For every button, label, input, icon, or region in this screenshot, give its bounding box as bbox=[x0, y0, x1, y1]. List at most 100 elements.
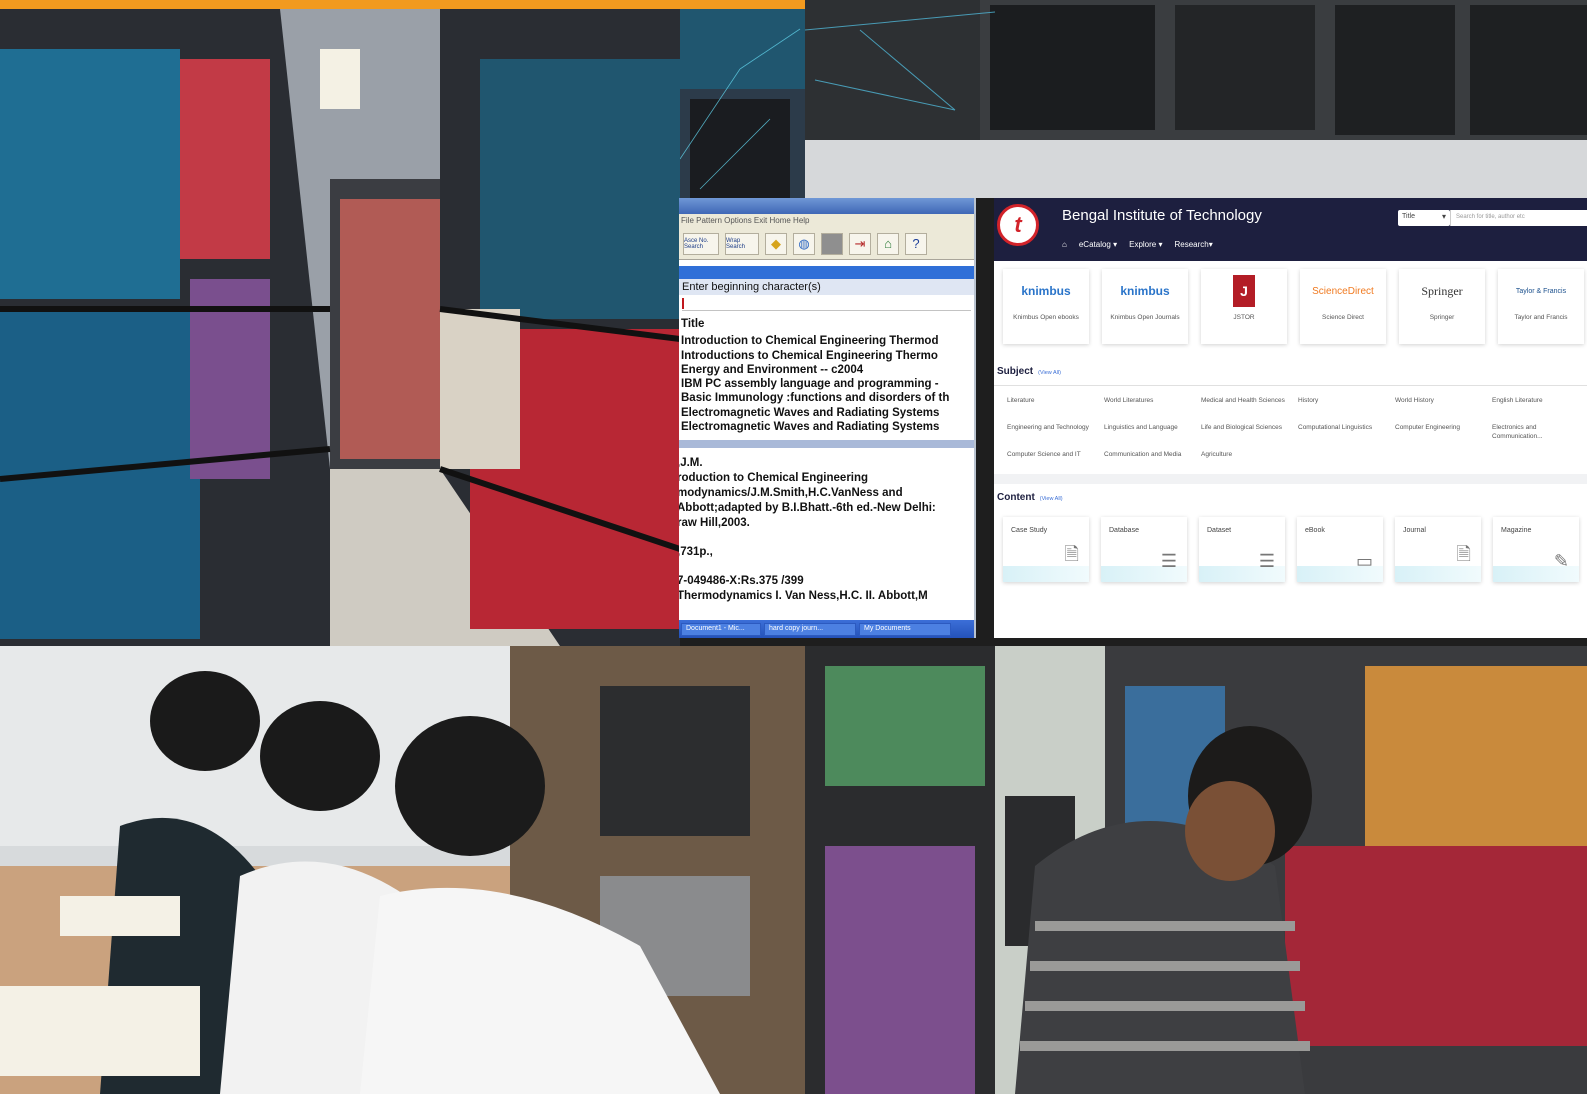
subject-link[interactable]: Computational Linguistics bbox=[1298, 423, 1395, 441]
blank-icon[interactable] bbox=[821, 232, 843, 255]
detail-line: 7-049486-X:Rs.375 /399 bbox=[679, 575, 804, 588]
content-divider bbox=[994, 474, 1587, 484]
catalog-title-row[interactable]: Introduction to Chemical Engineering The… bbox=[681, 334, 972, 348]
provider-name: Springer bbox=[1429, 314, 1455, 321]
section-divider bbox=[994, 385, 1587, 386]
detail-line: ,J.M. bbox=[679, 457, 703, 470]
portal-title: Bengal Institute of Technology bbox=[1062, 207, 1262, 224]
taylor-francis-logo: Taylor & Francis bbox=[1515, 287, 1567, 295]
provider-card[interactable]: ScienceDirect Science Direct bbox=[1300, 269, 1386, 344]
exit-icon[interactable]: ⇥ bbox=[849, 232, 871, 255]
content-card-dataset[interactable]: Dataset ☰ bbox=[1199, 517, 1285, 582]
catalog-title-row[interactable]: IBM PC assembly language and programming… bbox=[681, 377, 972, 391]
student-in-stacks-photo bbox=[805, 646, 1587, 1094]
detail-spacer bbox=[679, 531, 974, 545]
subject-link[interactable]: Medical and Health Sciences bbox=[1201, 396, 1298, 414]
subject-link[interactable]: Computer Engineering bbox=[1395, 423, 1492, 441]
subject-link[interactable]: Literature bbox=[1007, 396, 1104, 414]
accession-search-button[interactable]: Asce No. Search bbox=[683, 232, 719, 255]
taskbar-item[interactable]: My Documents bbox=[859, 622, 951, 636]
catalog-blue-band bbox=[679, 266, 974, 279]
knimbus-logo: knimbus bbox=[1021, 284, 1071, 298]
content-card-label: Dataset bbox=[1207, 527, 1232, 534]
catalog-title-row[interactable]: Introductions to Chemical Engineering Th… bbox=[681, 349, 972, 363]
taskbar-item[interactable]: Document1 - Mic... bbox=[681, 622, 761, 636]
provider-card[interactable]: J JSTOR bbox=[1201, 269, 1287, 344]
provider-card[interactable]: Taylor & Francis Taylor and Francis bbox=[1498, 269, 1584, 344]
subject-link[interactable]: Computer Science and IT bbox=[1007, 450, 1104, 468]
journal-icon: 🗎 bbox=[1456, 544, 1471, 564]
content-heading-text: Content bbox=[997, 492, 1035, 503]
catalog-title-row[interactable]: Basic Immunology :functions and disorder… bbox=[681, 391, 972, 405]
catalog-list-header: Title bbox=[681, 318, 705, 330]
knimbus-logo: knimbus bbox=[1120, 284, 1170, 298]
content-card-ebook[interactable]: eBook ▭ bbox=[1297, 517, 1383, 582]
content-card-label: eBook bbox=[1305, 527, 1325, 534]
catalog-title-row[interactable]: Electromagnetic Waves and Radiating Syst… bbox=[681, 406, 972, 420]
magazine-icon: ✎ bbox=[1553, 551, 1569, 571]
jstor-logo: J bbox=[1201, 269, 1287, 313]
detail-line: raw Hill,2003. bbox=[679, 517, 750, 530]
subject-link[interactable]: Engineering and Technology bbox=[1007, 423, 1104, 441]
content-card-journal[interactable]: Journal 🗎 bbox=[1395, 517, 1481, 582]
provider-card[interactable]: Springer Springer bbox=[1399, 269, 1485, 344]
home-icon[interactable]: ⌂ bbox=[1062, 240, 1067, 249]
content-view-all-link[interactable]: (View All) bbox=[1040, 496, 1063, 502]
library-window-photo bbox=[805, 0, 1587, 198]
institute-logo[interactable]: t bbox=[997, 204, 1039, 246]
detail-line: Abbott;adapted by B.I.Bhatt.-6th ed.-New… bbox=[679, 502, 936, 515]
subject-link[interactable]: English Literature bbox=[1492, 396, 1587, 414]
wrap-search-button[interactable]: Wrap Search bbox=[725, 232, 759, 255]
subject-link[interactable]: History bbox=[1298, 396, 1395, 414]
subject-link[interactable]: Linguistics and Language bbox=[1104, 423, 1201, 441]
search-field-select[interactable]: Title bbox=[1398, 210, 1450, 226]
subject-link[interactable]: Agriculture bbox=[1201, 450, 1298, 468]
bookshelf-photo-strip bbox=[680, 9, 805, 198]
library-stacks-photo bbox=[0, 9, 680, 646]
catalog-search-input[interactable] bbox=[682, 297, 971, 311]
detail-line: ,731p., bbox=[679, 546, 713, 559]
subject-link[interactable]: Communication and Media bbox=[1104, 450, 1201, 468]
sciencedirect-logo: ScienceDirect bbox=[1312, 285, 1374, 297]
detail-line: roduction to Chemical Engineering bbox=[679, 472, 869, 485]
dataset-icon: ☰ bbox=[1258, 551, 1275, 571]
subject-link[interactable]: Life and Biological Sciences bbox=[1201, 423, 1298, 441]
provider-name: Knimbus Open Journals bbox=[1110, 314, 1180, 321]
portal-search-input[interactable]: Search for title, author etc bbox=[1450, 210, 1587, 226]
home-icon[interactable]: ⌂ bbox=[877, 232, 899, 255]
provider-card[interactable]: knimbus Knimbus Open ebooks bbox=[1003, 269, 1089, 344]
content-card-label: Case Study bbox=[1011, 527, 1048, 534]
content-card-label: Magazine bbox=[1501, 527, 1532, 534]
subject-link[interactable]: Electronics and Communication... bbox=[1492, 423, 1587, 441]
catalog-title-list: Title Introduction to Chemical Engineeri… bbox=[679, 317, 974, 434]
catalog-toolbar: Asce No. Search Wrap Search ◆ ◍ ⇥ ⌂ ? bbox=[679, 228, 974, 260]
provider-name: Taylor and Francis bbox=[1514, 314, 1568, 321]
nav-research[interactable]: Research▾ bbox=[1174, 240, 1212, 249]
jstor-logo-letter: J bbox=[1233, 275, 1255, 307]
provider-name: Science Direct bbox=[1322, 314, 1364, 321]
subject-view-all-link[interactable]: (View All) bbox=[1038, 370, 1061, 376]
catalog-title-row[interactable]: Energy and Environment -- c2004 bbox=[681, 363, 972, 377]
diamond-icon[interactable]: ◆ bbox=[765, 232, 787, 255]
subject-heading: Subject (View All) bbox=[994, 366, 1587, 377]
catalog-record-detail: ,J.M. roduction to Chemical Engineering … bbox=[679, 448, 974, 604]
help-icon[interactable]: ? bbox=[905, 232, 927, 255]
catalog-menubar[interactable]: File Pattern Options Exit Home Help bbox=[679, 214, 974, 228]
subject-link[interactable]: World History bbox=[1395, 396, 1492, 414]
content-card-database[interactable]: Database ☰ bbox=[1101, 517, 1187, 582]
catalog-title-row[interactable]: Electromagnetic Waves and Radiating Syst… bbox=[681, 420, 972, 434]
catalog-prompt: Enter beginning character(s) bbox=[679, 279, 974, 295]
taskbar-item[interactable]: hard copy journ... bbox=[764, 622, 856, 636]
globe-icon[interactable]: ◍ bbox=[793, 232, 815, 255]
subject-grid: Literature World Literatures Medical and… bbox=[994, 396, 1587, 468]
subject-link[interactable]: World Literatures bbox=[1104, 396, 1201, 414]
provider-card[interactable]: knimbus Knimbus Open Journals bbox=[1102, 269, 1188, 344]
detail-line: modynamics/J.M.Smith,H.C.VanNess and bbox=[679, 487, 903, 500]
content-card-magazine[interactable]: Magazine ✎ bbox=[1493, 517, 1579, 582]
content-card-case-study[interactable]: Case Study 🗎 bbox=[1003, 517, 1089, 582]
nav-ecatalog[interactable]: eCatalog ▾ bbox=[1079, 240, 1117, 249]
provider-name: JSTOR bbox=[1233, 314, 1255, 321]
content-card-label: Database bbox=[1109, 527, 1139, 534]
nav-explore[interactable]: Explore ▾ bbox=[1129, 240, 1162, 249]
springer-logo: Springer bbox=[1421, 283, 1463, 298]
